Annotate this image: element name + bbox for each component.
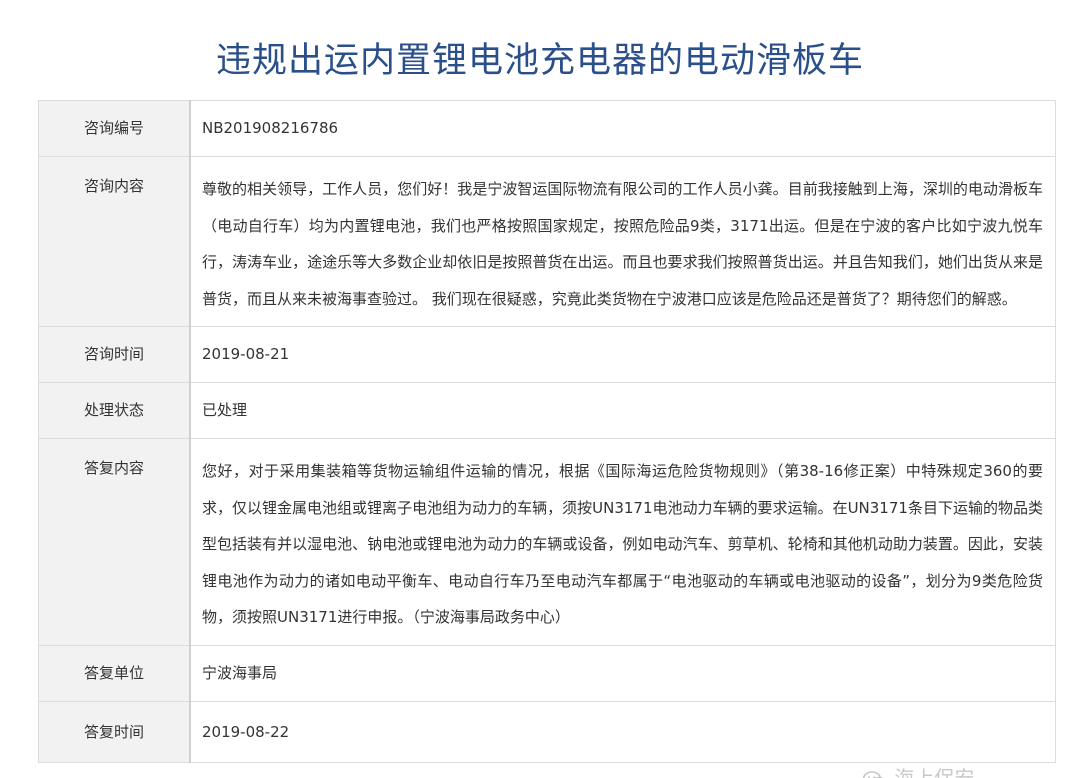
consultation-content: 尊敬的相关领导，工作人员，您们好！我是宁波智运国际物流有限公司的工作人员小龚。目… — [189, 156, 1056, 327]
reply-content: 您好，对于采用集装箱等货物运输组件运输的情况，根据《国际海运危险货物规则》（第3… — [189, 438, 1056, 646]
processing-status: 已处理 — [202, 401, 248, 419]
wechat-icon — [862, 770, 885, 778]
table-row: 答复内容 您好，对于采用集装箱等货物运输组件运输的情况，根据《国际海运危险货物规… — [38, 438, 1056, 646]
row-value: NB201908216786 — [189, 100, 1056, 157]
table-row: 答复单位 宁波海事局 — [38, 644, 1056, 702]
watermark-text: 海上保安 — [894, 766, 975, 778]
label-text: 处理状态 — [83, 401, 144, 419]
table-row: 处理状态 已处理 — [38, 382, 1056, 439]
label-text: 咨询时间 — [83, 345, 144, 363]
row-value: 2019-08-22 — [189, 700, 1056, 763]
page: 违规出运内置锂电池充电器的电动滑板车 咨询编号 NB201908216786 咨… — [0, 0, 1080, 778]
label-text: 咨询内容 — [83, 177, 144, 195]
consultation-table: 咨询编号 NB201908216786 咨询内容 尊敬的相关领导，工作人员，您们… — [38, 100, 1056, 763]
row-label: 咨询时间 — [38, 326, 191, 383]
consultation-time: 2019-08-21 — [202, 345, 290, 363]
table-row: 咨询时间 2019-08-21 — [38, 326, 1056, 383]
reply-unit: 宁波海事局 — [202, 663, 278, 682]
row-label: 答复单位 — [38, 644, 191, 702]
row-label: 答复时间 — [38, 700, 191, 763]
row-value: 宁波海事局 — [189, 644, 1056, 702]
row-value: 2019-08-21 — [189, 326, 1056, 383]
watermark: 海上保安 — [862, 762, 974, 778]
row-label: 处理状态 — [38, 382, 191, 439]
label-text: 咨询编号 — [83, 119, 144, 137]
table-row: 答复时间 2019-08-22 — [38, 700, 1056, 763]
label-text: 答复内容 — [83, 459, 144, 477]
consultation-number: NB201908216786 — [202, 119, 339, 137]
row-value: 已处理 — [189, 382, 1056, 439]
label-text: 答复单位 — [83, 663, 144, 682]
row-label: 答复内容 — [38, 438, 191, 646]
label-text: 答复时间 — [83, 722, 144, 741]
reply-time: 2019-08-22 — [202, 722, 290, 741]
table-row: 咨询编号 NB201908216786 — [38, 100, 1056, 157]
table-row: 咨询内容 尊敬的相关领导，工作人员，您们好！我是宁波智运国际物流有限公司的工作人… — [38, 156, 1056, 327]
page-title: 违规出运内置锂电池充电器的电动滑板车 — [215, 41, 864, 81]
row-label: 咨询编号 — [38, 100, 191, 157]
row-label: 咨询内容 — [38, 156, 191, 327]
